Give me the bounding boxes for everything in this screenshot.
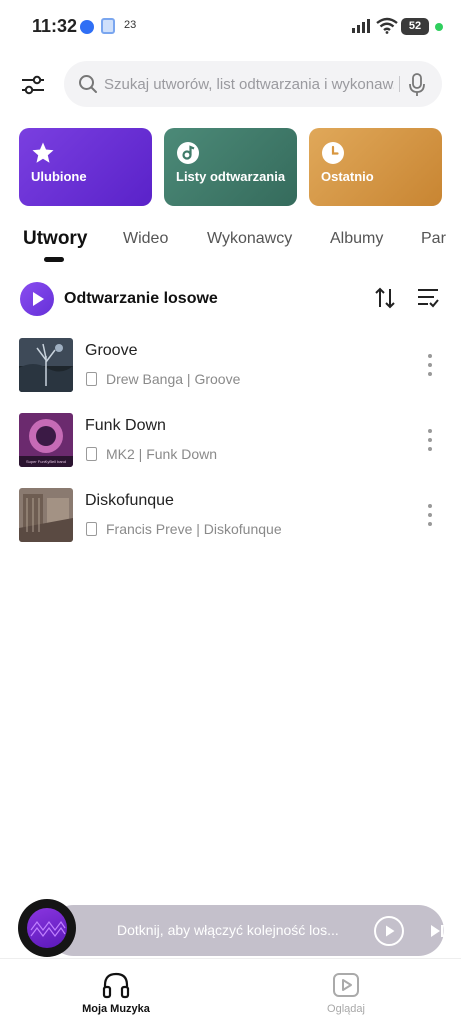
nav-my-music[interactable]: Moja Muzyka xyxy=(66,959,166,1024)
tab-video[interactable]: Wideo xyxy=(123,230,168,248)
player-bar[interactable]: Dotknij, aby włączyć kolejność los... xyxy=(48,905,444,956)
song-row[interactable]: Super FunKyBell band Funk Down MK2 | Fun… xyxy=(0,413,461,477)
album-art: Super FunKyBell band xyxy=(19,413,73,467)
clock-icon xyxy=(322,142,344,164)
song-subtitle: Drew Banga | Groove xyxy=(106,371,241,387)
player-text[interactable]: Dotknij, aby włączyć kolejność los... xyxy=(117,922,349,938)
recent-card[interactable]: Ostatnio xyxy=(309,128,442,206)
favorites-card-label: Ulubione xyxy=(31,169,87,184)
wifi-icon xyxy=(376,17,398,34)
more-options-icon[interactable] xyxy=(421,427,439,453)
search-bar[interactable] xyxy=(64,61,442,107)
song-title: Groove xyxy=(85,342,138,359)
star-icon xyxy=(32,142,54,163)
song-subtitle: MK2 | Funk Down xyxy=(106,446,218,462)
filter-settings-icon[interactable] xyxy=(20,72,46,98)
camera-indicator-dot xyxy=(435,23,443,31)
tab-folders[interactable]: Par xyxy=(421,230,446,248)
song-row[interactable]: Groove Drew Banga | Groove xyxy=(0,338,461,402)
next-track-icon[interactable] xyxy=(428,922,446,940)
active-tab-indicator xyxy=(44,257,64,262)
album-art xyxy=(19,338,73,392)
vinyl-disc-icon[interactable] xyxy=(18,899,76,957)
video-play-icon xyxy=(333,973,359,997)
song-title: Diskofunque xyxy=(85,492,174,509)
search-input[interactable] xyxy=(104,61,394,107)
play-icon xyxy=(33,292,44,306)
tab-artists[interactable]: Wykonawcy xyxy=(207,230,292,248)
messenger-icon xyxy=(80,20,94,34)
album-art-caption: Super FunKyBell band xyxy=(26,459,66,464)
play-icon xyxy=(386,925,395,937)
notification-count: 23 xyxy=(124,19,137,31)
microphone-icon[interactable] xyxy=(408,73,426,97)
category-tabs: Utwory Wideo Wykonawcy Albumy Par xyxy=(0,224,461,264)
favorites-card[interactable]: Ulubione xyxy=(19,128,152,206)
song-row[interactable]: Diskofunque Francis Preve | Diskofunque xyxy=(0,488,461,552)
headphones-icon xyxy=(102,972,130,999)
shuffle-label[interactable]: Odtwarzanie losowe xyxy=(64,290,218,308)
song-subtitle: Francis Preve | Diskofunque xyxy=(106,521,282,537)
signal-icon xyxy=(352,19,370,33)
album-art xyxy=(27,908,67,948)
recent-card-label: Ostatnio xyxy=(321,169,374,184)
song-title: Funk Down xyxy=(85,417,166,434)
audio-file-icon xyxy=(86,447,97,461)
play-button[interactable] xyxy=(374,916,404,946)
nav-watch[interactable]: Oglądaj xyxy=(296,959,396,1024)
playlists-card-label: Listy odtwarzania xyxy=(176,169,286,184)
shuffle-play-button[interactable] xyxy=(20,282,54,316)
more-options-icon[interactable] xyxy=(421,352,439,378)
list-options-icon[interactable] xyxy=(416,287,440,309)
tab-albums[interactable]: Albumy xyxy=(330,230,383,248)
audio-file-icon xyxy=(86,522,97,536)
status-time: 11:32 xyxy=(32,16,78,36)
nav-my-music-label: Moja Muzyka xyxy=(82,1003,150,1015)
status-bar: 11:32 23 52 xyxy=(0,0,461,52)
sort-icon[interactable] xyxy=(373,286,397,310)
mini-player[interactable]: Dotknij, aby włączyć kolejność los... xyxy=(18,899,444,957)
app-notification-icon xyxy=(101,18,115,34)
album-art xyxy=(19,488,73,542)
search-divider xyxy=(399,76,400,92)
bottom-navigation: Moja Muzyka Oglądaj xyxy=(0,958,461,1024)
more-options-icon[interactable] xyxy=(421,502,439,528)
nav-watch-label: Oglądaj xyxy=(327,1003,365,1015)
battery-indicator: 52 xyxy=(401,18,429,35)
playlists-card[interactable]: Listy odtwarzania xyxy=(164,128,297,206)
audio-file-icon xyxy=(86,372,97,386)
playlist-disc-icon xyxy=(177,142,199,164)
search-icon xyxy=(79,75,97,93)
tab-songs[interactable]: Utwory xyxy=(23,228,87,250)
